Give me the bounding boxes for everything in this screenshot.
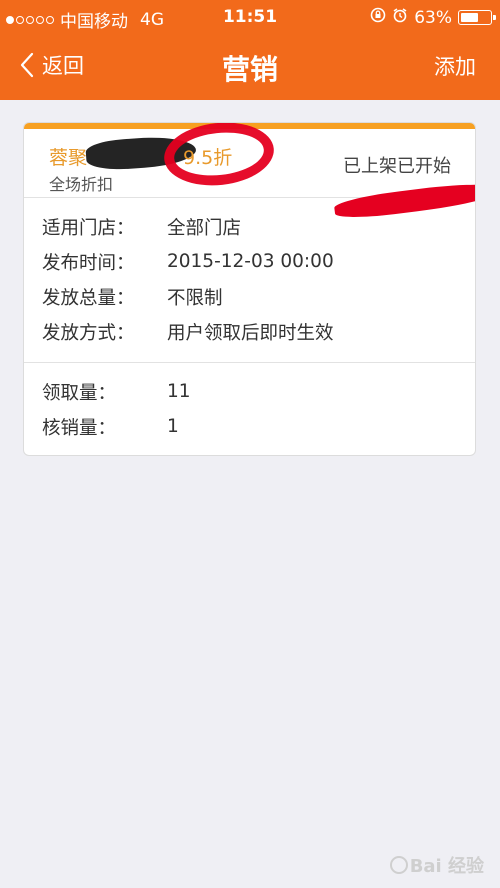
paw-icon [389,856,408,874]
status-right: 63% [370,7,496,28]
detail-value: 用户领取后即时生效 [167,322,334,344]
watermark-text: Bai 经验 [409,856,484,877]
status-label: 已上架已开始 [343,156,451,177]
detail-label: 发放总量： [42,287,135,309]
card-header: 蓉聚 9.5折 全场折扣 已上架已开始 [24,123,475,222]
stat-value: 1 [167,416,179,437]
annotation-circle [161,123,277,191]
alarm-icon [392,7,408,28]
watermark: Bai 经验 [389,852,484,878]
details-section: 适用门店： 全部门店 发布时间： 2015-12-03 00:00 发放总量： … [24,198,475,363]
stat-row: 领取量： 11 [24,374,475,409]
stat-row: 核销量： 1 [24,409,475,444]
stat-label: 领取量： [42,382,117,404]
nav-bar: 返回 营销 添加 [0,36,500,100]
detail-label: 适用门店： [42,217,135,239]
detail-row: 发放方式： 用户领取后即时生效 [24,314,475,349]
stat-label: 核销量： [42,417,117,439]
coupon-card[interactable]: 蓉聚 9.5折 全场折扣 已上架已开始 适用门店： 全部门店 发布时间： 201… [23,122,476,456]
back-button[interactable]: 返回 [20,50,84,80]
coupon-type: 全场折扣 [49,175,114,194]
back-label: 返回 [42,54,84,78]
battery-icon [458,10,496,25]
detail-label: 发放方式： [42,322,135,344]
detail-label: 发布时间： [42,252,135,274]
detail-value: 不限制 [167,287,223,309]
detail-row: 适用门店： 全部门店 [24,209,475,244]
add-button[interactable]: 添加 [434,51,476,81]
detail-value: 全部门店 [167,217,242,239]
detail-row: 发放总量： 不限制 [24,279,475,314]
stats-section: 领取量： 11 核销量： 1 [24,363,475,455]
chevron-left-icon [20,52,34,78]
detail-value: 2015-12-03 00:00 [167,251,334,272]
status-bar: 中国移动 4G 11:51 63% [0,0,500,36]
detail-row: 发布时间： 2015-12-03 00:00 [24,244,475,279]
stat-value: 11 [167,381,191,402]
coupon-name: 蓉聚 [49,147,88,169]
rotation-lock-icon [370,7,386,28]
battery-percent: 63% [414,7,452,28]
